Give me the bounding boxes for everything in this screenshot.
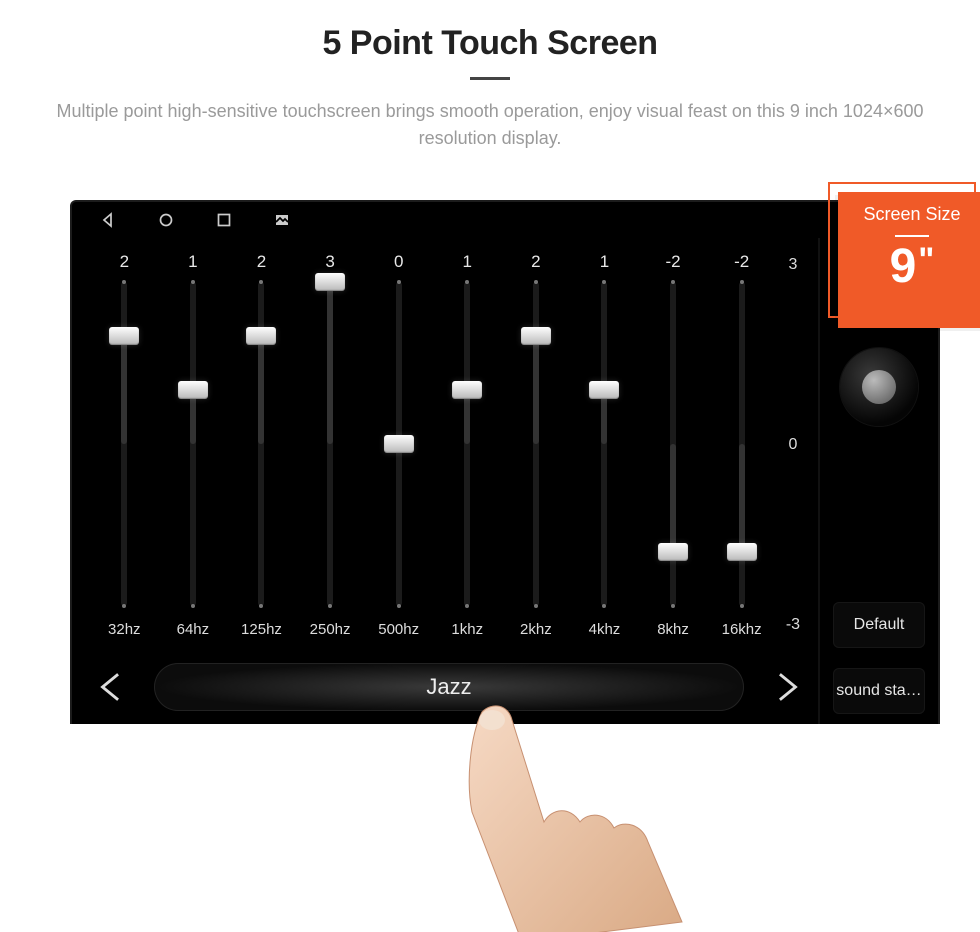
band-value: 2	[120, 248, 129, 276]
eq-band-8khz[interactable]: -2 8khz	[639, 248, 708, 642]
badge-value: 9	[890, 240, 917, 293]
default-button[interactable]: Default	[833, 602, 925, 648]
band-freq-label: 2khz	[520, 618, 552, 642]
band-slider[interactable]	[258, 282, 264, 606]
balance-button[interactable]	[840, 348, 918, 426]
band-freq-label: 4khz	[589, 618, 621, 642]
scale-max: 3	[788, 248, 797, 382]
badge-label: Screen Size	[844, 204, 980, 225]
slider-knob-icon	[109, 327, 139, 345]
screen-size-badge: Screen Size 9"	[838, 192, 980, 328]
slider-knob-icon	[727, 543, 757, 561]
slider-knob-icon	[246, 327, 276, 345]
band-freq-label: 32hz	[108, 618, 141, 642]
band-value: 1	[600, 248, 609, 276]
eq-scale: 3 0 -3	[776, 248, 810, 642]
eq-band-64hz[interactable]: 1 64hz	[159, 248, 228, 642]
prev-preset-button[interactable]	[90, 666, 132, 708]
band-value: 3	[325, 248, 334, 276]
slider-knob-icon	[589, 381, 619, 399]
equalizer-bands: 2 32hz 1 64hz 2 125hz 3 250hz 0 500hz 1 1khz 2 2khz 1 4…	[90, 248, 810, 642]
band-value: -2	[734, 248, 749, 276]
band-slider[interactable]	[121, 282, 127, 606]
preset-name[interactable]: Jazz	[154, 663, 744, 711]
device-screen: 2 32hz 1 64hz 2 125hz 3 250hz 0 500hz 1 1khz 2 2khz 1 4…	[70, 200, 940, 724]
scale-min: -3	[786, 508, 800, 642]
band-slider[interactable]	[739, 282, 745, 606]
eq-band-1khz[interactable]: 1 1khz	[433, 248, 502, 642]
band-freq-label: 64hz	[177, 618, 210, 642]
eq-band-16khz[interactable]: -2 16khz	[707, 248, 776, 642]
band-freq-label: 1khz	[451, 618, 483, 642]
band-value: 1	[188, 248, 197, 276]
slider-knob-icon	[315, 273, 345, 291]
eq-band-4khz[interactable]: 1 4khz	[570, 248, 639, 642]
back-icon[interactable]	[100, 212, 116, 228]
band-slider[interactable]	[396, 282, 402, 606]
band-slider[interactable]	[327, 282, 333, 606]
home-icon[interactable]	[158, 212, 174, 228]
band-value: -2	[665, 248, 680, 276]
band-freq-label: 250hz	[310, 618, 351, 642]
slider-knob-icon	[658, 543, 688, 561]
promo-title: 5 Point Touch Screen	[0, 24, 980, 63]
gallery-icon[interactable]	[274, 212, 290, 228]
band-freq-label: 500hz	[378, 618, 419, 642]
band-slider[interactable]	[533, 282, 539, 606]
band-value: 1	[463, 248, 472, 276]
eq-band-32hz[interactable]: 2 32hz	[90, 248, 159, 642]
slider-knob-icon	[521, 327, 551, 345]
android-navbar	[72, 202, 938, 238]
band-slider[interactable]	[464, 282, 470, 606]
band-slider[interactable]	[190, 282, 196, 606]
band-freq-label: 125hz	[241, 618, 282, 642]
band-slider[interactable]	[601, 282, 607, 606]
slider-knob-icon	[452, 381, 482, 399]
promo-subtitle: Multiple point high-sensitive touchscree…	[50, 98, 930, 152]
eq-band-2khz[interactable]: 2 2khz	[502, 248, 571, 642]
sound-stage-button[interactable]: sound sta…	[833, 668, 925, 714]
eq-band-500hz[interactable]: 0 500hz	[364, 248, 433, 642]
recents-icon[interactable]	[216, 212, 232, 228]
eq-band-125hz[interactable]: 2 125hz	[227, 248, 296, 642]
band-value: 2	[257, 248, 266, 276]
badge-unit: "	[918, 241, 934, 279]
badge-divider	[895, 235, 929, 237]
finger-illustration	[452, 702, 722, 932]
band-slider[interactable]	[670, 282, 676, 606]
slider-knob-icon	[178, 381, 208, 399]
promo-divider	[470, 77, 510, 80]
band-value: 0	[394, 248, 403, 276]
band-freq-label: 16khz	[722, 618, 762, 642]
joystick-icon	[862, 370, 896, 404]
preset-row: Jazz	[90, 660, 808, 714]
band-freq-label: 8khz	[657, 618, 689, 642]
scale-mid: 0	[788, 382, 797, 508]
next-preset-button[interactable]	[766, 666, 808, 708]
band-value: 2	[531, 248, 540, 276]
eq-band-250hz[interactable]: 3 250hz	[296, 248, 365, 642]
slider-knob-icon	[384, 435, 414, 453]
